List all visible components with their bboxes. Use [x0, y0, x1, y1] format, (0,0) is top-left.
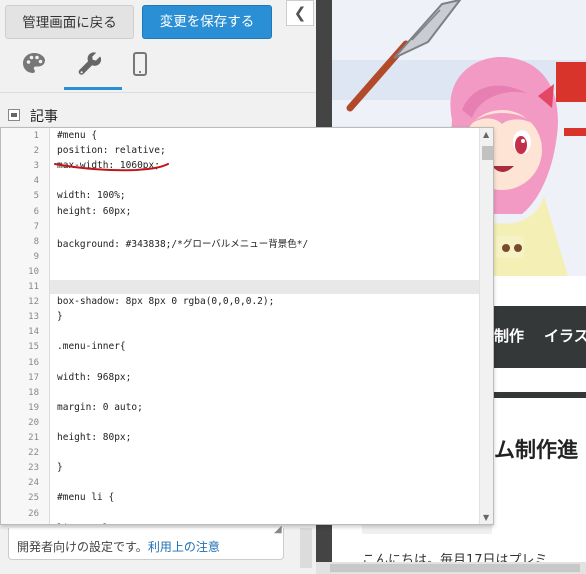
line-number: 4	[33, 176, 39, 187]
code-line[interactable]: position: relative;	[57, 145, 166, 156]
scroll-up-icon[interactable]: ▲	[483, 130, 489, 139]
code-line[interactable]: background: #343838;/*グローバルメニュー背景色*/	[57, 236, 308, 250]
code-line[interactable]: .menu-inner{	[57, 341, 126, 352]
code-line[interactable]: width: 968px;	[57, 372, 131, 383]
article-headline[interactable]: ム制作進	[494, 434, 578, 464]
line-number: 11	[28, 282, 39, 292]
code-line[interactable]: width: 100%;	[57, 190, 126, 201]
preview-scroll-thumb[interactable]	[330, 564, 580, 572]
line-number: 14	[28, 327, 39, 338]
global-menu: 制作 イラス	[494, 306, 586, 368]
section-title: 記事	[30, 109, 58, 125]
customizer-header: 管理画面に戻る 変更を保存する ❮	[0, 0, 316, 44]
line-number: 1	[33, 131, 39, 141]
line-number: 3	[33, 161, 39, 172]
usage-notes-link[interactable]: 利用上の注意	[148, 540, 220, 554]
tab-divider	[0, 92, 316, 93]
code-line[interactable]: margin: 0 auto;	[57, 402, 143, 413]
line-number: 2	[33, 146, 39, 157]
palette-icon	[23, 53, 45, 73]
editor-scrollbar[interactable]: ▲ ▼	[479, 128, 493, 524]
line-number: 5	[33, 191, 39, 202]
nav-top-gap	[494, 276, 586, 306]
line-number: 23	[28, 463, 39, 474]
css-code-editor[interactable]: 1 2 3 4 5 6 7 8 9 10 11 12 13 14 15 16 17 18 19 20 21 22 23 24 2…	[0, 127, 494, 525]
line-number: 10	[28, 266, 39, 277]
chevron-left-icon[interactable]: ❮	[286, 0, 314, 26]
resize-handle-icon[interactable]: ◢	[274, 524, 282, 535]
active-line-highlight	[1, 280, 479, 294]
code-line[interactable]: #menu {	[57, 130, 97, 141]
line-number: 20	[28, 417, 39, 428]
tab-mobile[interactable]	[126, 50, 160, 84]
line-number: 16	[28, 357, 39, 368]
line-number-gutter: 1 2 3 4 5 6 7 8 9 10 11 12 13 14 15 16 17 18 19 20 21 22 23 24 2…	[1, 128, 50, 524]
line-number: 6	[33, 206, 39, 217]
line-number: 22	[28, 448, 39, 459]
line-number: 19	[28, 402, 39, 413]
wrench-icon	[78, 52, 102, 75]
back-to-admin-button[interactable]: 管理画面に戻る	[5, 5, 134, 39]
line-number: 12	[28, 297, 39, 308]
menu-item-production[interactable]: 制作	[494, 325, 524, 346]
customizer-tabs	[0, 46, 316, 90]
code-line[interactable]: list-style-type: none;	[57, 523, 183, 524]
menu-item-illustration[interactable]: イラス	[544, 325, 586, 346]
code-line[interactable]: height: 80px;	[57, 432, 131, 443]
section-collapse-icon[interactable]	[8, 109, 20, 121]
code-line[interactable]: height: 60px;	[57, 206, 131, 217]
menu-bottom-bar	[494, 392, 586, 398]
line-number: 25	[28, 493, 39, 504]
panel-scrollbar[interactable]	[300, 528, 312, 568]
line-number: 13	[28, 312, 39, 323]
code-line[interactable]: max-width: 1060px;	[57, 160, 160, 171]
preview-horizontal-scrollbar[interactable]	[316, 562, 586, 574]
code-line[interactable]: #menu li {	[57, 492, 114, 503]
line-number: 26	[28, 508, 39, 519]
code-line[interactable]: }	[57, 311, 63, 322]
description-text: 開発者向けの設定です。	[17, 540, 148, 554]
section-header[interactable]: 記事	[0, 104, 316, 128]
line-number: 24	[28, 478, 39, 489]
line-number: 9	[33, 251, 39, 262]
scroll-down-icon[interactable]: ▼	[483, 513, 489, 522]
line-number: 21	[28, 433, 39, 443]
tab-design[interactable]	[20, 50, 54, 84]
line-number: 15	[28, 342, 39, 353]
line-number: 7	[33, 221, 39, 232]
tab-tools[interactable]	[64, 50, 122, 90]
code-line[interactable]: box-shadow: 8px 8px 0 rgba(0,0,0,0.2);	[57, 296, 274, 307]
mobile-icon	[133, 52, 147, 76]
save-changes-button[interactable]: 変更を保存する	[142, 5, 272, 39]
line-number: 17	[28, 372, 39, 383]
editor-scroll-thumb[interactable]	[482, 146, 493, 160]
code-line[interactable]: }	[57, 462, 63, 473]
line-number: 27	[1, 524, 39, 525]
line-number: 8	[33, 236, 39, 247]
menu-spacer	[494, 368, 586, 392]
developer-settings-note: 開発者向けの設定です。利用上の注意	[8, 528, 284, 560]
line-number: 18	[28, 387, 39, 398]
